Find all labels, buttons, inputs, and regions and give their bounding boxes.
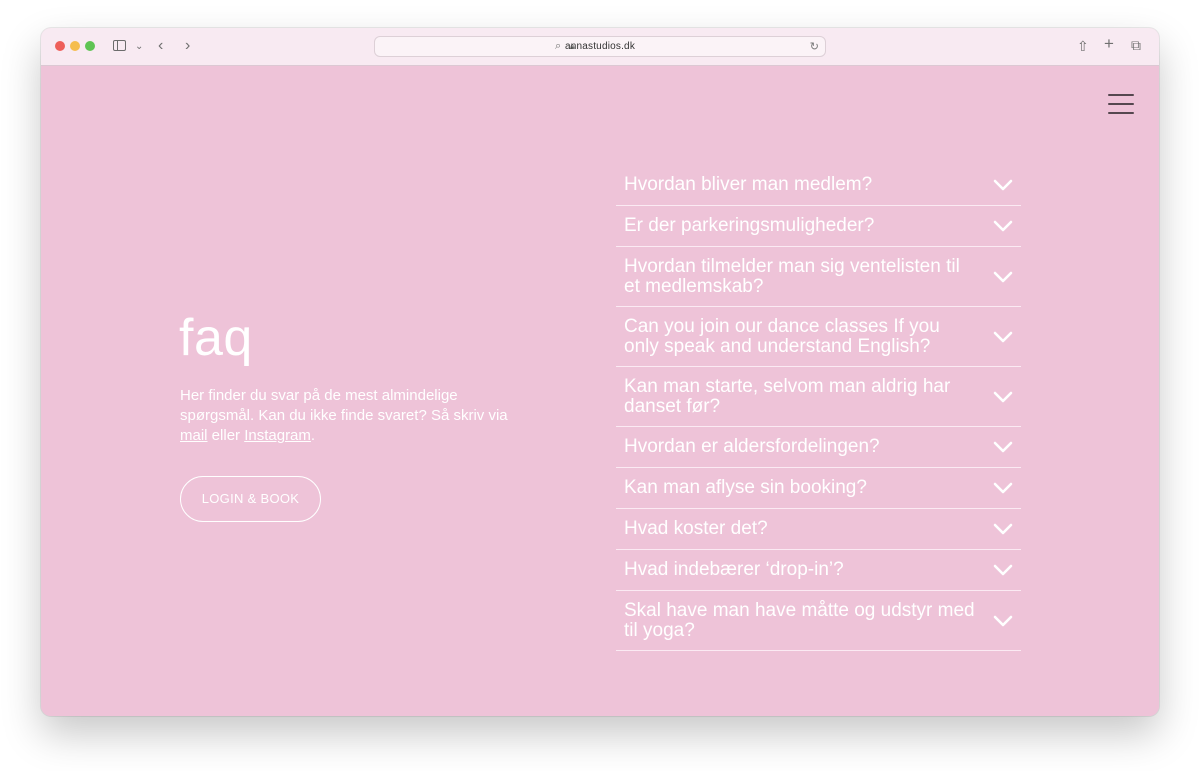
- mail-link[interactable]: mail: [180, 427, 208, 444]
- forward-icon[interactable]: ›: [185, 38, 190, 54]
- chevron-down-icon[interactable]: ⌄: [135, 40, 143, 54]
- screen: ⌄ ‹ › ⌕ 🔒︎ annastudios.dk ↻ ⇧ + ⧉ faq He…: [0, 0, 1200, 771]
- tab-overview-icon[interactable]: ⧉: [1131, 38, 1141, 52]
- reload-icon[interactable]: ↻: [810, 40, 819, 53]
- zoom-window-button[interactable]: [85, 41, 95, 51]
- faq-item[interactable]: Hvad koster det?: [616, 509, 1021, 550]
- faq-item[interactable]: Hvordan bliver man medlem?: [616, 165, 1021, 206]
- minimize-window-button[interactable]: [70, 41, 80, 51]
- chevron-down-icon: [993, 271, 1013, 283]
- page-content: faq Her finder du svar på de mest almind…: [41, 66, 1159, 716]
- back-icon[interactable]: ‹: [158, 38, 163, 54]
- intro-text: Her finder du svar på de mest almindelig…: [180, 387, 508, 444]
- address-text: annastudios.dk: [564, 41, 636, 52]
- chevron-down-icon: [993, 391, 1013, 403]
- faq-item[interactable]: Skal have man have måtte og udstyr med t…: [616, 591, 1021, 651]
- chevron-down-icon: [993, 523, 1013, 535]
- faq-item[interactable]: Kan man aflyse sin booking?: [616, 468, 1021, 509]
- browser-window: ⌄ ‹ › ⌕ 🔒︎ annastudios.dk ↻ ⇧ + ⧉ faq He…: [41, 28, 1159, 716]
- close-window-button[interactable]: [55, 41, 65, 51]
- chevron-down-icon: [993, 179, 1013, 191]
- login-book-button[interactable]: LOGIN & BOOK: [180, 476, 321, 522]
- chevron-down-icon: [993, 564, 1013, 576]
- faq-item[interactable]: Kan man starte, selvom man aldrig har da…: [616, 367, 1021, 427]
- faq-item[interactable]: Hvordan tilmelder man sig ventelisten ti…: [616, 247, 1021, 307]
- chevron-down-icon: [993, 331, 1013, 343]
- menu-icon[interactable]: [1108, 94, 1134, 114]
- faq-item[interactable]: Can you join our dance classes If you on…: [616, 307, 1021, 367]
- browser-toolbar: ⌄ ‹ › ⌕ 🔒︎ annastudios.dk ↻ ⇧ + ⧉: [41, 28, 1159, 66]
- address-bar[interactable]: ⌕ 🔒︎ annastudios.dk ↻: [374, 36, 826, 57]
- chevron-down-icon: [993, 482, 1013, 494]
- share-icon[interactable]: ⇧: [1077, 39, 1089, 53]
- faq-list: Hvordan bliver man medlem? Er der parker…: [616, 165, 1021, 651]
- faq-item[interactable]: Er der parkeringsmuligheder?: [616, 206, 1021, 247]
- page-title: faq: [179, 309, 253, 367]
- faq-item[interactable]: Hvordan er aldersfordelingen?: [616, 427, 1021, 468]
- faq-item[interactable]: Hvad indebærer ‘drop-in’?: [616, 550, 1021, 591]
- chevron-down-icon: [993, 441, 1013, 453]
- instagram-link[interactable]: Instagram: [244, 427, 311, 444]
- chevron-down-icon: [993, 615, 1013, 627]
- new-tab-icon[interactable]: +: [1104, 35, 1114, 52]
- sidebar-toggle-icon[interactable]: [113, 40, 126, 51]
- chevron-down-icon: [993, 220, 1013, 232]
